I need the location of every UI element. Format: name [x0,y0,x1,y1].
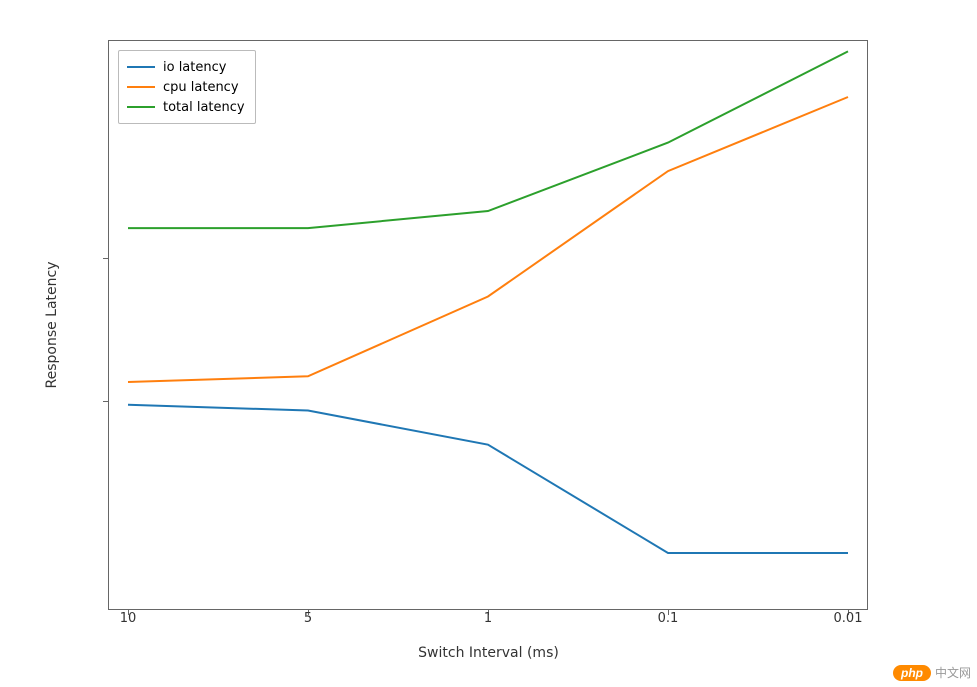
legend-label: total latency [163,100,245,115]
x-tick-label: 10 [98,611,158,626]
php-badge: php [893,665,931,681]
watermark: php 中文网 [893,664,971,681]
legend-label: cpu latency [163,80,239,95]
series-line-io-latency [128,405,848,553]
legend-swatch-total [127,106,155,108]
series-line-cpu-latency [128,97,848,382]
x-axis-label: Switch Interval (ms) [0,645,977,661]
legend-label: io latency [163,60,226,75]
watermark-text: 中文网 [935,664,971,681]
chart-svg [108,40,868,610]
legend-item-cpu: cpu latency [127,77,245,97]
x-tick-label: 0.01 [818,611,878,626]
x-tick-label: 0.1 [638,611,698,626]
legend-swatch-cpu [127,86,155,88]
legend-swatch-io [127,66,155,68]
legend-item-total: total latency [127,97,245,117]
legend: io latency cpu latency total latency [118,50,256,124]
chart-container: 10 5 1 0.1 0.01 Switch Interval (ms) Res… [0,0,977,687]
x-tick-label: 5 [278,611,338,626]
x-tick-label: 1 [458,611,518,626]
y-axis-label: Response Latency [44,261,60,388]
legend-item-io: io latency [127,57,245,77]
